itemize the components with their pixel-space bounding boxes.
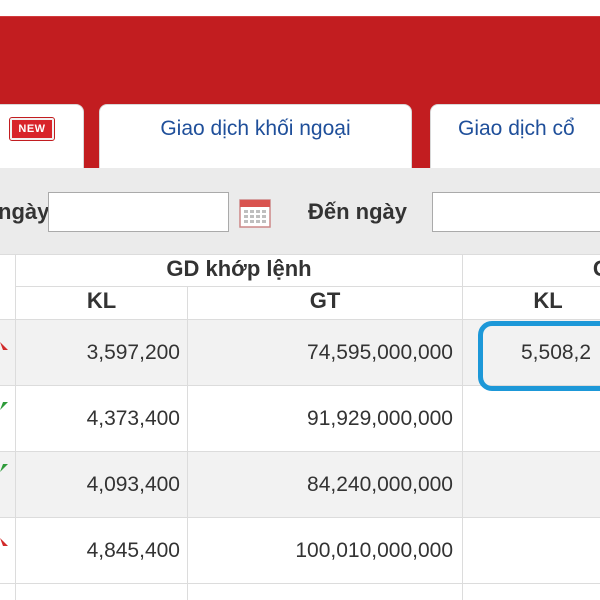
top-strip xyxy=(0,0,600,16)
cell-kl-2: 5,508,2 xyxy=(521,341,592,364)
tab-share-trading[interactable]: Giao dịch cổ xyxy=(430,104,600,168)
group-header-second-label: G xyxy=(593,256,600,281)
table-divider xyxy=(0,254,600,255)
trend-up-icon xyxy=(0,402,8,410)
trend-down-icon xyxy=(0,342,8,350)
cell-kl-2 xyxy=(463,452,600,517)
table-divider xyxy=(16,286,600,287)
to-date-input[interactable] xyxy=(432,192,600,232)
table-divider xyxy=(0,583,600,584)
cell-kl: 3,597,200 xyxy=(86,341,180,364)
column-header-gt: GT xyxy=(309,288,341,313)
cell-kl-2 xyxy=(463,518,600,583)
column-header-kl: KL xyxy=(86,288,117,313)
from-date-input[interactable] xyxy=(48,192,229,232)
trend-down-icon xyxy=(0,538,8,546)
table-row-cells: 3,597,200 74,595,000,000 5,508,2 xyxy=(0,320,600,385)
cell-gt: 91,929,000,000 xyxy=(307,407,453,430)
trend-up-icon xyxy=(0,464,8,472)
from-date-label: ngày xyxy=(0,199,50,224)
cell-gt: 84,240,000,000 xyxy=(307,473,453,496)
table-row-cells: 4,373,400 91,929,000,000 xyxy=(0,386,600,451)
cell-kl: 4,373,400 xyxy=(86,407,180,430)
cell-gt: 100,010,000,000 xyxy=(295,539,453,562)
table-row-cells: 4,845,400 100,010,000,000 xyxy=(0,518,600,583)
new-badge: NEW xyxy=(9,117,55,141)
group-header-second: G xyxy=(462,256,600,286)
cell-kl: 4,845,400 xyxy=(86,539,180,562)
to-date-label: Đến ngày xyxy=(308,199,408,224)
column-header-kl-2: KL xyxy=(533,288,563,313)
tab-foreign-trading[interactable]: Giao dịch khối ngoại xyxy=(99,104,412,168)
table-row-cells: 4,093,400 84,240,000,000 xyxy=(0,452,600,517)
calendar-icon[interactable] xyxy=(238,195,272,229)
group-header-matched: GD khớp lệnh xyxy=(166,256,312,281)
cell-kl: 4,093,400 xyxy=(86,473,180,496)
cell-gt: 74,595,000,000 xyxy=(307,341,453,364)
cell-kl-2 xyxy=(463,386,600,451)
